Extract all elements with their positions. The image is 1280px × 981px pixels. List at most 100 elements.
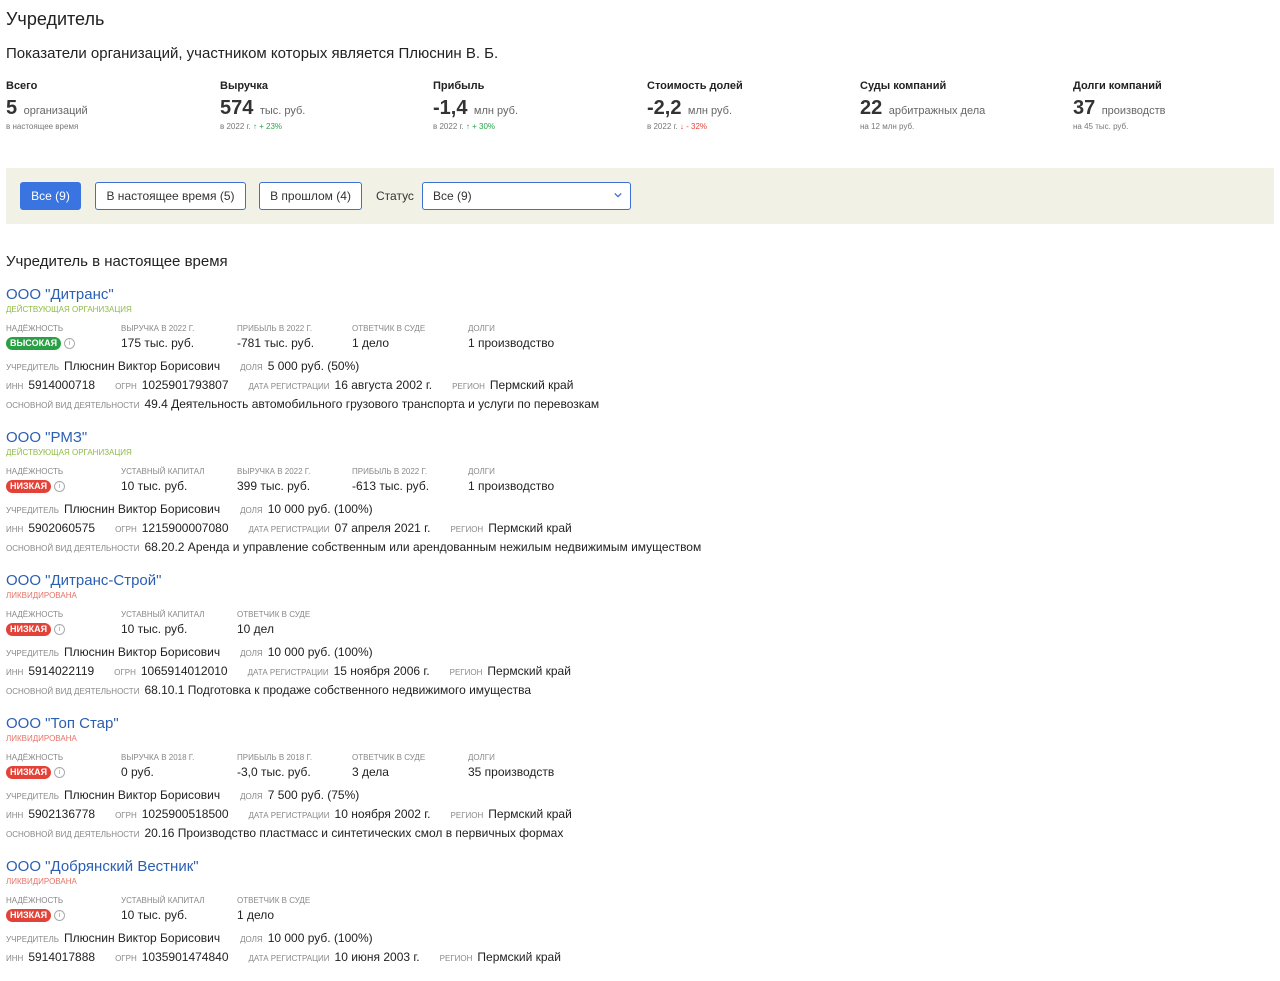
registry-line: ИНН 5914022119 ОГРН 1065914012010 Дата регис… (6, 664, 1266, 678)
org-card: ООО "Дитранс" Действующая организация На… (6, 286, 1266, 411)
stat-debts[interactable]: Долги компаний 37 производств на 45 тыс.… (1073, 80, 1165, 131)
info-icon[interactable]: i (54, 910, 66, 922)
activity-line: Основной вид деятельности 68.20.2 Аренда … (6, 540, 1266, 554)
metric-label: Долги (468, 467, 495, 476)
stat-profit[interactable]: Прибыль -1,4 млн руб. в 2022 г. ↑ + 30% (433, 80, 518, 131)
org-card: ООО "Топ Стар" Ликвидирована Надёжность … (6, 715, 1266, 840)
inn-value: 5914022119 (28, 664, 95, 678)
filter-current-button[interactable]: В настоящее время (5) (95, 182, 246, 210)
inn-label: ИНН (6, 811, 24, 820)
org-name-link[interactable]: ООО "Дитранс" (6, 286, 1266, 303)
page-subtitle: Показатели организаций, участником котор… (6, 45, 499, 62)
metric-label: Долги (468, 324, 495, 333)
stat-courts[interactable]: Суды компаний 22 арбитражных дела на 12 … (860, 80, 985, 131)
metric-value: 35 производств (468, 765, 555, 779)
founder-label: Учредитель (6, 506, 59, 515)
share-label: Доля (240, 363, 263, 372)
activity-label: Основной вид деятельности (6, 687, 140, 696)
metric-label: Уставный капитал (121, 467, 205, 476)
founder-link[interactable]: Плюснин Виктор Борисович (64, 788, 220, 802)
reg-date-value: 10 июня 2003 г. (334, 950, 420, 964)
share-label: Доля (240, 649, 263, 658)
reliability-badge: Низкая (6, 623, 52, 637)
metric-label: Надёжность (6, 610, 64, 619)
info-icon[interactable]: i (54, 481, 66, 493)
metric-value: -613 тыс. руб. (352, 479, 430, 493)
org-name-link[interactable]: ООО "РМЗ" (6, 429, 1266, 446)
metric-value: 10 дел (237, 622, 274, 636)
region-value: Пермский край (487, 664, 571, 678)
stat-label: Стоимость долей (647, 80, 743, 92)
region-label: Регион (450, 525, 484, 534)
metric: Выручка в 2022 г. 175 тыс. руб. (121, 324, 194, 350)
metric-value: 399 тыс. руб. (237, 479, 311, 493)
trend-up-indicator: ↑ + 23% (252, 122, 283, 131)
share-label: Доля (240, 935, 263, 944)
inn-label: ИНН (6, 668, 24, 677)
stat-note: в 2022 г. (220, 122, 251, 131)
reg-date-label: Дата регистрации (248, 954, 330, 963)
metric-label: Надёжность (6, 896, 64, 905)
info-icon[interactable]: i (64, 338, 76, 350)
metric-value: 1 дело (352, 336, 390, 350)
activity-line: Основной вид деятельности 68.10.1 Подгото… (6, 683, 1266, 697)
status-select[interactable]: Все (9) (422, 182, 631, 210)
registry-line: ИНН 5914017888 ОГРН 1035901474840 Дата регис… (6, 950, 1266, 964)
metric-reliability: Надёжность Низкая i (6, 896, 66, 923)
inn-value: 5902060575 (28, 521, 96, 535)
inn-value: 5902136778 (28, 807, 96, 821)
metric-label: Уставный капитал (121, 610, 205, 619)
org-name-link[interactable]: ООО "Добрянский Вестник" (6, 858, 1266, 875)
metric: Долги 1 производство (468, 324, 554, 350)
org-name-link[interactable]: ООО "Дитранс-Строй" (6, 572, 1266, 589)
stat-unit: арбитражных дела (888, 105, 986, 117)
founder-label: Учредитель (6, 792, 59, 801)
registry-line: ИНН 5914000718 ОГРН 1025901793807 Дата регис… (6, 378, 1266, 392)
founder-link[interactable]: Плюснин Виктор Борисович (64, 502, 220, 516)
metric-label: Прибыль в 2022 г. (237, 324, 313, 333)
filter-all-button[interactable]: Все (9) (20, 182, 81, 210)
metric-label: Ответчик в суде (352, 324, 426, 333)
info-icon[interactable]: i (54, 767, 66, 779)
metric: Уставный капитал 10 тыс. руб. (121, 896, 205, 922)
founder-link[interactable]: Плюснин Виктор Борисович (64, 359, 220, 373)
stat-value: 37 (1073, 97, 1096, 119)
org-card: ООО "РМЗ" Действующая организация Надёжн… (6, 429, 1266, 554)
metric: Долги 35 производств (468, 753, 554, 779)
metric: Выручка в 2022 г. 399 тыс. руб. (237, 467, 310, 493)
metric-label: Уставный капитал (121, 896, 205, 905)
share-label: Доля (240, 792, 263, 801)
registry-line: ИНН 5902060575 ОГРН 1215900007080 Дата регис… (6, 521, 1266, 535)
reg-date-label: Дата регистрации (247, 668, 329, 677)
metric-label: Выручка в 2018 г. (121, 753, 195, 762)
stat-value: -1,4 (433, 97, 468, 119)
founder-link[interactable]: Плюснин Виктор Борисович (64, 931, 220, 945)
metric: Ответчик в суде 1 дело (352, 324, 425, 350)
share-label: Доля (240, 506, 263, 515)
stat-label: Прибыль (433, 80, 485, 92)
filter-past-button[interactable]: В прошлом (4) (259, 182, 362, 210)
activity-line: Основной вид деятельности 49.4 Деятельнос… (6, 397, 1266, 411)
trend-down-indicator: ↓ - 32% (679, 122, 708, 131)
stat-label: Выручка (220, 80, 269, 92)
ogrn-label: ОГРН (114, 668, 136, 677)
metric: Прибыль в 2018 г. -3,0 тыс. руб. (237, 753, 312, 779)
info-icon[interactable]: i (54, 624, 66, 636)
ogrn-value: 1065914012010 (140, 664, 228, 678)
inn-label: ИНН (6, 954, 24, 963)
stat-share-value[interactable]: Стоимость долей -2,2 млн руб. в 2022 г. … (647, 80, 743, 131)
org-status: Действующая организация (6, 305, 132, 314)
region-label: Регион (439, 954, 473, 963)
org-name-link[interactable]: ООО "Топ Стар" (6, 715, 1266, 732)
founder-link[interactable]: Плюснин Виктор Борисович (64, 645, 220, 659)
stat-revenue[interactable]: Выручка 574 тыс. руб. в 2022 г. ↑ + 23% (220, 80, 305, 131)
activity-label: Основной вид деятельности (6, 401, 140, 410)
metric-value: 10 тыс. руб. (121, 622, 188, 636)
metric-value: 175 тыс. руб. (121, 336, 195, 350)
ogrn-label: ОГРН (115, 954, 137, 963)
status-select-value: Все (9) (433, 189, 472, 203)
share-value: 10 000 руб. (100%) (267, 645, 373, 659)
metric-label: Надёжность (6, 753, 64, 762)
founder-label: Учредитель (6, 649, 59, 658)
activity-value: 68.10.1 Подготовка к продаже собственног… (144, 683, 531, 697)
